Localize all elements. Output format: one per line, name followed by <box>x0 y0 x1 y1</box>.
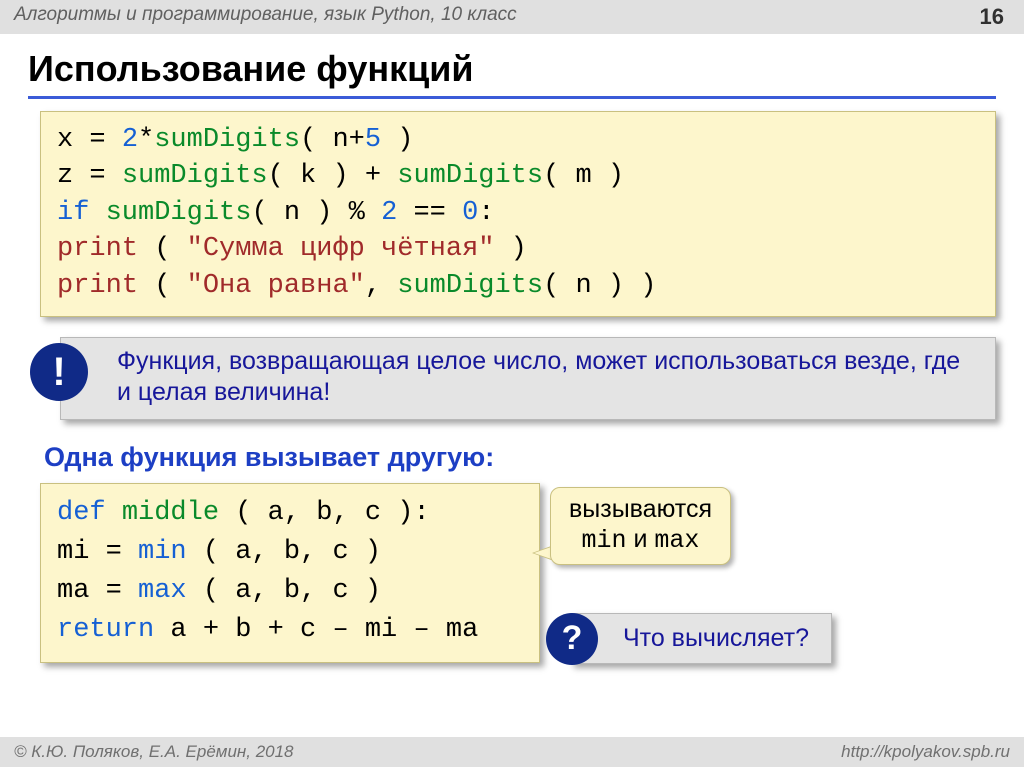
callout-line2: min и max <box>569 524 712 556</box>
note-text: Функция, возвращающая целое число, может… <box>60 337 996 420</box>
callout-line1: вызываются <box>569 494 712 524</box>
copyright: © К.Ю. Поляков, Е.А. Ерёмин, 2018 <box>14 742 294 762</box>
code-line: def middle ( a, b, c ): <box>57 494 523 533</box>
code-line: return a + b + c – mi – ma <box>57 611 523 650</box>
code-line: x = 2*sumDigits( n+5 ) <box>57 122 979 158</box>
question-text: Что вычисляет? <box>570 613 832 664</box>
row-2: def middle ( a, b, c ): mi = min ( a, b,… <box>0 483 1024 664</box>
note-block: ! Функция, возвращающая целое число, мож… <box>60 337 996 420</box>
code-line: print ( "Сумма цифр чётная" ) <box>57 231 979 267</box>
page-title: Использование функций <box>0 34 1024 96</box>
code-line: ma = max ( a, b, c ) <box>57 572 523 611</box>
footer-url: http://kpolyakov.spb.ru <box>841 742 1010 762</box>
question-icon: ? <box>546 613 598 665</box>
title-rule <box>28 96 996 99</box>
code-line: print ( "Она равна", sumDigits( n ) ) <box>57 268 979 304</box>
subheading: Одна функция вызывает другую: <box>0 438 1024 483</box>
code-block-1: x = 2*sumDigits( n+5 ) z = sumDigits( k … <box>40 111 996 317</box>
exclamation-icon: ! <box>30 343 88 401</box>
question-block: ? Что вычисляет? <box>570 613 832 664</box>
code-line: if sumDigits( n ) % 2 == 0: <box>57 195 979 231</box>
callout-box: вызываются min и max <box>550 487 731 565</box>
header-bar: Алгоритмы и программирование, язык Pytho… <box>0 0 1024 34</box>
course-title: Алгоритмы и программирование, язык Pytho… <box>14 4 517 30</box>
page-number: 16 <box>980 4 1010 30</box>
footer-bar: © К.Ю. Поляков, Е.А. Ерёмин, 2018 http:/… <box>0 737 1024 767</box>
code-line: z = sumDigits( k ) + sumDigits( m ) <box>57 158 979 194</box>
code-line: mi = min ( a, b, c ) <box>57 533 523 572</box>
code-block-2: def middle ( a, b, c ): mi = min ( a, b,… <box>40 483 540 664</box>
